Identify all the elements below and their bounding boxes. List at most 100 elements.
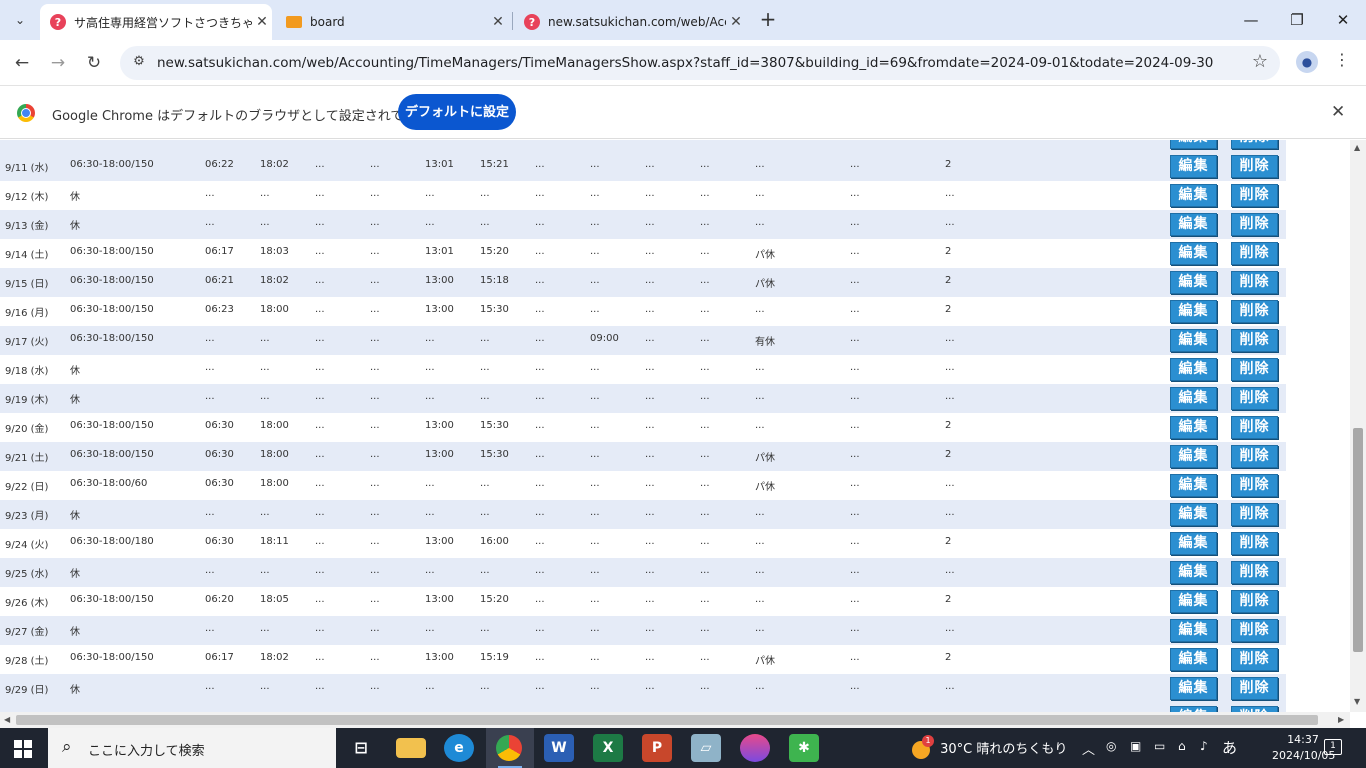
new-tab-plus-icon[interactable]: + <box>756 8 780 32</box>
notepad-icon[interactable]: ▱ <box>691 734 721 762</box>
delete-button[interactable]: 削除 <box>1231 184 1278 207</box>
bookmark-star-icon[interactable]: ☆ <box>1252 51 1268 72</box>
notification-icon[interactable]: 1 <box>1324 739 1342 755</box>
battery-icon[interactable]: ▭ <box>1154 739 1165 753</box>
delete-button[interactable]: 削除 <box>1231 300 1278 323</box>
volume-icon[interactable]: ♪ <box>1200 739 1208 753</box>
back-arrow-icon[interactable]: ← <box>9 50 35 76</box>
tray-chevron-up-icon[interactable]: ︿ <box>1082 739 1095 758</box>
site-settings-icon[interactable]: ⚙ <box>130 54 148 72</box>
delete-button[interactable]: 削除 <box>1231 329 1278 352</box>
excel-icon[interactable]: X <box>593 734 623 762</box>
cell-c11: ... <box>700 565 710 576</box>
infobar-close-icon[interactable]: ✕ <box>1331 102 1345 122</box>
tab-search-chevron-icon[interactable]: ⌄ <box>6 7 34 33</box>
edit-button[interactable]: 編集 <box>1170 532 1217 555</box>
edge-icon[interactable]: e <box>444 734 474 762</box>
cell-c13: ... <box>850 159 860 170</box>
edit-button[interactable]: 編集 <box>1170 300 1217 323</box>
delete-button[interactable]: 削除 <box>1231 242 1278 265</box>
vertical-scrollbar[interactable]: ▲ ▼ <box>1350 140 1366 712</box>
edit-button[interactable]: 編集 <box>1170 213 1217 236</box>
cell-c5: ... <box>370 420 380 431</box>
delete-button[interactable]: 削除 <box>1231 271 1278 294</box>
vertical-scroll-thumb[interactable] <box>1353 428 1363 652</box>
delete-button[interactable]: 削除 <box>1231 213 1278 236</box>
edit-button[interactable]: 編集 <box>1170 590 1217 613</box>
minimize-icon[interactable]: — <box>1228 6 1274 34</box>
delete-button[interactable]: 削除 <box>1231 474 1278 497</box>
edit-button[interactable]: 編集 <box>1170 619 1217 642</box>
horizontal-scroll-thumb[interactable] <box>16 715 1318 725</box>
reload-icon[interactable]: ↻ <box>81 50 107 76</box>
delete-button[interactable]: 削除 <box>1231 445 1278 468</box>
delete-button[interactable]: 削除 <box>1231 387 1278 410</box>
cell-c4: ... <box>315 246 325 257</box>
paint-icon[interactable] <box>740 734 770 762</box>
delete-button[interactable]: 削除 <box>1231 561 1278 584</box>
edit-button[interactable]: 編集 <box>1170 474 1217 497</box>
delete-button[interactable]: 削除 <box>1231 503 1278 526</box>
scroll-down-arrow-icon[interactable]: ▼ <box>1354 697 1360 706</box>
file-explorer-icon[interactable] <box>396 738 426 758</box>
window-close-icon[interactable]: ✕ <box>1320 6 1366 34</box>
network-icon[interactable]: ⌂ <box>1178 739 1186 753</box>
edit-button[interactable]: 編集 <box>1170 271 1217 294</box>
word-icon[interactable]: W <box>544 734 574 762</box>
tab-satsukichan[interactable]: ? サ高住専用経営ソフトさつきちゃん ✕ <box>40 4 272 40</box>
tab-accounting[interactable]: ? new.satsukichan.com/web/Acco ✕ <box>514 4 746 40</box>
meet-now-icon[interactable]: ◎ <box>1106 739 1116 753</box>
chrome-icon[interactable] <box>496 735 522 761</box>
edit-button[interactable]: 編集 <box>1170 503 1217 526</box>
edit-button[interactable]: 編集 <box>1170 184 1217 207</box>
delete-button[interactable]: 削除 <box>1231 619 1278 642</box>
tab-close-icon[interactable]: ✕ <box>252 14 272 30</box>
screen-icon[interactable]: ▣ <box>1130 739 1141 753</box>
delete-button[interactable]: 削除 <box>1231 155 1278 178</box>
cell-brk-out: 13:00 <box>425 420 454 431</box>
edit-button[interactable]: 編集 <box>1170 416 1217 439</box>
url-text[interactable]: new.satsukichan.com/web/Accounting/TimeM… <box>157 55 1213 71</box>
scroll-right-arrow-icon[interactable]: ▶ <box>1338 715 1344 724</box>
edit-button[interactable]: 編集 <box>1170 387 1217 410</box>
edit-button[interactable]: 編集 <box>1170 677 1217 700</box>
edit-button[interactable]: 編集 <box>1170 140 1217 149</box>
weather-widget[interactable]: 1 30°C 晴れのちくもり <box>912 734 1067 759</box>
restore-icon[interactable]: ❐ <box>1274 6 1320 34</box>
windows-start-icon[interactable] <box>14 740 32 758</box>
scroll-up-arrow-icon[interactable]: ▲ <box>1354 143 1360 152</box>
table-row: 9/26 (木) 06:30-18:00/150 06:20 18:05...... 1… <box>0 587 1286 616</box>
profile-avatar-icon[interactable]: ● <box>1296 51 1318 73</box>
delete-button[interactable]: 削除 <box>1231 677 1278 700</box>
app-green-icon[interactable]: ✱ <box>789 734 819 762</box>
delete-button[interactable]: 削除 <box>1231 590 1278 613</box>
cell-c13: ... <box>850 275 860 286</box>
edit-button[interactable]: 編集 <box>1170 155 1217 178</box>
delete-button[interactable]: 削除 <box>1231 358 1278 381</box>
ime-indicator[interactable]: あ <box>1222 737 1237 758</box>
taskbar-search[interactable]: ⌕ ここに入力して検索 <box>48 728 336 768</box>
horizontal-scrollbar[interactable]: ◀ ▶ <box>0 712 1350 728</box>
forward-arrow-icon[interactable]: → <box>45 50 71 76</box>
tab-close-icon[interactable]: ✕ <box>726 14 746 30</box>
task-view-icon[interactable]: ⊟ <box>346 734 376 762</box>
delete-button[interactable]: 削除 <box>1231 416 1278 439</box>
edit-button[interactable]: 編集 <box>1170 242 1217 265</box>
chrome-menu-icon[interactable]: ⋮ <box>1334 50 1350 69</box>
tab-strip: ⌄ ? サ高住専用経営ソフトさつきちゃん ✕ board ✕ ? new.sat… <box>0 0 1366 40</box>
delete-button[interactable]: 削除 <box>1231 648 1278 671</box>
delete-button[interactable]: 削除 <box>1231 532 1278 555</box>
scroll-left-arrow-icon[interactable]: ◀ <box>4 715 10 724</box>
edit-button[interactable]: 編集 <box>1170 648 1217 671</box>
tab-close-icon[interactable]: ✕ <box>488 14 508 30</box>
set-default-button[interactable]: デフォルトに設定 <box>398 94 516 130</box>
powerpoint-icon[interactable]: P <box>642 734 672 762</box>
edit-button[interactable]: 編集 <box>1170 358 1217 381</box>
edit-button[interactable]: 編集 <box>1170 561 1217 584</box>
address-bar[interactable]: ⚙ new.satsukichan.com/web/Accounting/Tim… <box>120 46 1280 80</box>
delete-button[interactable]: 削除 <box>1231 140 1278 149</box>
cell-shift: 休 <box>70 395 80 406</box>
edit-button[interactable]: 編集 <box>1170 329 1217 352</box>
tab-board[interactable]: board ✕ <box>276 4 508 40</box>
edit-button[interactable]: 編集 <box>1170 445 1217 468</box>
